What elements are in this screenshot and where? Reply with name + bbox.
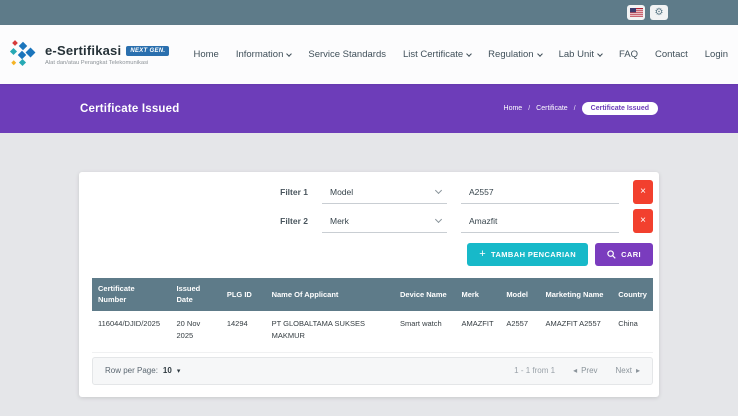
col-issued-date: Issued Date [170, 278, 220, 311]
breadcrumb-certificate[interactable]: Certificate [536, 105, 568, 112]
certificate-table: Certificate Number Issued Date PLG ID Na… [92, 278, 653, 353]
search-icon [607, 250, 616, 259]
filter-row-1: Filter 1 Model × [92, 180, 653, 204]
col-marketing-name: Marketing Name [540, 278, 613, 311]
col-certificate-number: Certificate Number [92, 278, 170, 311]
cell-merk: AMAZFIT [455, 311, 500, 353]
navbar: e-Sertifikasi NEXT GEN. Alat dan/atau Pe… [0, 25, 738, 84]
filter-2-value-input[interactable] [461, 210, 619, 233]
main-nav: Home Information Service Standards List … [193, 49, 728, 60]
breadcrumb-current: Certificate Issued [582, 102, 658, 115]
next-arrow-icon: ▸ [636, 366, 640, 375]
language-flag-button[interactable] [627, 5, 645, 20]
cell-issued-date: 20 Nov 2025 [170, 311, 220, 353]
chevron-down-icon [537, 51, 543, 57]
caret-down-icon[interactable]: ▾ [177, 367, 181, 375]
chevron-down-icon [287, 51, 293, 57]
actions-row: + TAMBAH PENCARIAN CARI [92, 243, 653, 266]
brand-title: e-Sertifikasi [45, 43, 121, 58]
plus-icon: + [479, 248, 486, 260]
table-row[interactable]: 116044/DJID/2025 20 Nov 2025 14294 PT GL… [92, 311, 653, 353]
nav-lab-unit[interactable]: Lab Unit [559, 49, 602, 60]
cell-plg-id: 14294 [221, 311, 266, 353]
nav-information[interactable]: Information [236, 49, 292, 60]
col-merk: Merk [455, 278, 500, 311]
gear-icon: ⚙ [655, 8, 664, 18]
breadcrumb-separator: / [528, 105, 530, 112]
breadcrumb-home[interactable]: Home [504, 105, 523, 112]
cell-certificate-number: 116044/DJID/2025 [92, 311, 170, 353]
add-search-button[interactable]: + TAMBAH PENCARIAN [467, 243, 588, 266]
col-country: Country [612, 278, 653, 311]
rows-per-page: Row per Page: 10 ▾ [105, 366, 180, 375]
page-range: 1 - 1 from 1 [514, 366, 555, 375]
pagination-bar: Row per Page: 10 ▾ 1 - 1 from 1 ◂ Prev N… [92, 357, 653, 385]
breadcrumb: Home / Certificate / Certificate Issued [504, 102, 658, 115]
cell-country: China [612, 311, 653, 353]
col-device-name: Device Name [394, 278, 455, 311]
prev-arrow-icon: ◂ [573, 366, 577, 375]
nav-home[interactable]: Home [193, 49, 218, 60]
filter-1-label: Filter 1 [280, 187, 308, 197]
brand-badge: NEXT GEN. [126, 46, 169, 56]
nav-regulation[interactable]: Regulation [488, 49, 541, 60]
col-name-of-applicant: Name Of Applicant [266, 278, 394, 311]
col-model: Model [500, 278, 539, 311]
rows-per-page-select[interactable]: 10 [163, 366, 172, 375]
filter-2-label: Filter 2 [280, 216, 308, 226]
filter-1-remove-button[interactable]: × [633, 180, 653, 204]
search-button[interactable]: CARI [595, 243, 653, 266]
filter-2-field-select[interactable]: Merk [322, 210, 447, 233]
next-page-button[interactable]: Next ▸ [616, 366, 640, 375]
breadcrumb-separator: / [574, 105, 576, 112]
us-flag-icon [630, 8, 643, 17]
chevron-down-icon [597, 51, 603, 57]
topbar: ⚙ [0, 0, 738, 25]
brand-logo[interactable]: e-Sertifikasi NEXT GEN. Alat dan/atau Pe… [8, 39, 169, 70]
nav-service-standards[interactable]: Service Standards [308, 49, 386, 60]
filter-2-remove-button[interactable]: × [633, 209, 653, 233]
col-plg-id: PLG ID [221, 278, 266, 311]
close-icon: × [640, 186, 646, 197]
filter-1-field-select[interactable]: Model [322, 181, 447, 204]
cell-marketing-name: AMAZFIT A2557 [540, 311, 613, 353]
filter-1-value-input[interactable] [461, 181, 619, 204]
page-title: Certificate Issued [80, 103, 179, 115]
cell-name-of-applicant: PT GLOBALTAMA SUKSES MAKMUR [266, 311, 394, 353]
cell-device-name: Smart watch [394, 311, 455, 353]
nav-faq[interactable]: FAQ [619, 49, 638, 60]
prev-page-button[interactable]: ◂ Prev [573, 366, 597, 375]
cell-model: A2557 [500, 311, 539, 353]
certificate-search-card: Filter 1 Model × Filter 2 Merk × + TAMBA… [79, 172, 659, 397]
close-icon: × [640, 215, 646, 226]
chevron-down-icon [435, 215, 442, 222]
filter-row-2: Filter 2 Merk × [92, 209, 653, 233]
chevron-down-icon [435, 186, 442, 193]
brand-subtitle: Alat dan/atau Perangkat Telekomunikasi [45, 60, 169, 66]
settings-button[interactable]: ⚙ [650, 5, 668, 20]
page-banner: Certificate Issued Home / Certificate / … [0, 84, 738, 133]
nav-list-certificate[interactable]: List Certificate [403, 49, 471, 60]
chevron-down-icon [466, 51, 472, 57]
brand-mark-icon [8, 39, 38, 70]
nav-contact[interactable]: Contact [655, 49, 688, 60]
table-header: Certificate Number Issued Date PLG ID Na… [92, 278, 653, 311]
rows-per-page-label: Row per Page: [105, 366, 158, 375]
nav-login[interactable]: Login [705, 49, 728, 60]
